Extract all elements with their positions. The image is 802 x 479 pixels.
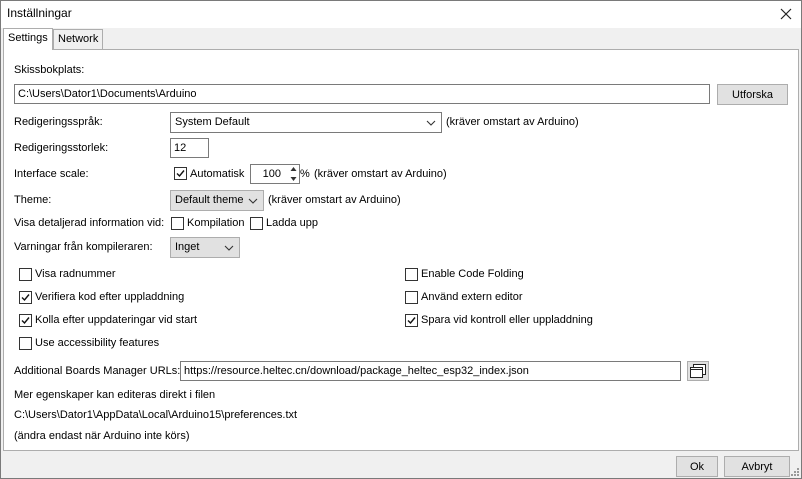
prefs-info-text: Mer egenskaper kan editeras direkt i fil… [14, 389, 216, 401]
sketchbook-label: Skissbokplats: [14, 64, 85, 76]
theme-value: Default theme [175, 194, 244, 206]
code-folding-checkbox[interactable] [405, 268, 418, 281]
tab-settings[interactable]: Settings [3, 28, 53, 50]
save-on-verify-checkbox[interactable] [405, 314, 418, 327]
editor-language-value: System Default [175, 116, 250, 128]
edit-urls-button[interactable] [687, 361, 709, 381]
interface-scale-note: (kräver omstart av Arduino) [314, 168, 447, 180]
close-icon [780, 8, 792, 20]
external-editor-checkbox[interactable] [405, 291, 418, 304]
verbose-upload-label: Ladda upp [266, 217, 318, 229]
boards-manager-label: Additional Boards Manager URLs: [14, 365, 181, 377]
resize-grip-icon[interactable] [790, 467, 800, 477]
verbose-label: Visa detaljerad information vid: [14, 217, 165, 229]
close-button[interactable] [771, 1, 801, 27]
editor-language-note: (kräver omstart av Arduino) [446, 116, 579, 128]
checkmark-icon [21, 317, 30, 325]
code-folding-label: Enable Code Folding [421, 268, 524, 280]
verbose-upload-checkbox[interactable] [250, 217, 263, 230]
font-size-label: Redigeringsstorlek: [14, 142, 109, 154]
theme-note: (kräver omstart av Arduino) [268, 194, 401, 206]
check-updates-checkbox[interactable] [19, 314, 32, 327]
chevron-down-icon [426, 120, 436, 126]
font-size-input[interactable]: 12 [170, 138, 209, 158]
scale-spinner[interactable] [286, 164, 301, 184]
save-on-verify-label: Spara vid kontroll eller uppladdning [421, 314, 593, 326]
accessibility-label: Use accessibility features [35, 337, 160, 349]
verbose-compile-label: Kompilation [187, 217, 245, 229]
prefs-edit-note: (ändra endast när Arduino inte körs) [14, 430, 190, 442]
external-editor-label: Använd extern editor [421, 291, 523, 303]
window-list-icon [690, 364, 706, 378]
settings-panel: Skissbokplats: C:\Users\Dator1\Documents… [3, 49, 799, 451]
browse-button-label: Utforska [732, 88, 773, 101]
tab-network-label: Network [58, 33, 99, 45]
ok-button-label: Ok [689, 460, 705, 473]
boards-manager-url-input[interactable]: https://resource.heltec.cn/download/pack… [180, 361, 681, 381]
dialog-footer: Ok Avbryt [1, 451, 801, 478]
theme-select[interactable]: Default theme [170, 190, 264, 211]
checkmark-icon [407, 317, 416, 325]
scale-unit: % [300, 168, 310, 180]
show-line-numbers-label: Visa radnummer [35, 268, 116, 280]
tab-settings-label: Settings [8, 32, 48, 44]
warnings-value: Inget [175, 241, 200, 253]
warnings-select[interactable]: Inget [170, 237, 240, 258]
window-title: Inställningar [7, 6, 72, 20]
arrow-up-icon[interactable] [286, 164, 301, 174]
sketchbook-path-input[interactable]: C:\Users\Dator1\Documents\Arduino [14, 84, 710, 104]
checkmark-icon [21, 294, 30, 302]
ok-button[interactable]: Ok [676, 456, 718, 477]
editor-language-select[interactable]: System Default [170, 112, 442, 133]
cancel-button[interactable]: Avbryt [724, 456, 790, 477]
theme-label: Theme: [14, 194, 52, 206]
verbose-compile-checkbox[interactable] [171, 217, 184, 230]
browse-button[interactable]: Utforska [717, 84, 788, 105]
chevron-down-icon [224, 245, 234, 251]
tab-network[interactable]: Network [53, 29, 103, 49]
arrow-down-icon[interactable] [286, 174, 301, 184]
cancel-button-label: Avbryt [741, 460, 773, 473]
interface-scale-label: Interface scale: [14, 168, 89, 180]
prefs-file-path: C:\Users\Dator1\AppData\Local\Arduino15\… [14, 409, 298, 421]
title-bar: Inställningar [1, 1, 801, 28]
verify-after-upload-label: Verifiera kod efter uppladdning [35, 291, 185, 303]
auto-scale-checkbox[interactable] [174, 167, 187, 180]
check-updates-label: Kolla efter uppdateringar vid start [35, 314, 198, 326]
auto-scale-label: Automatisk [190, 168, 245, 180]
verify-after-upload-checkbox[interactable] [19, 291, 32, 304]
warnings-label: Varningar från kompileraren: [14, 241, 153, 253]
checkmark-icon [176, 170, 185, 178]
tab-strip: Settings Network [1, 28, 801, 50]
preferences-dialog: Inställningar Settings Network Skissbokp… [0, 0, 802, 479]
accessibility-checkbox[interactable] [19, 337, 32, 350]
show-line-numbers-checkbox[interactable] [19, 268, 32, 281]
editor-language-label: Redigeringsspråk: [14, 116, 103, 128]
chevron-down-icon [248, 198, 258, 204]
